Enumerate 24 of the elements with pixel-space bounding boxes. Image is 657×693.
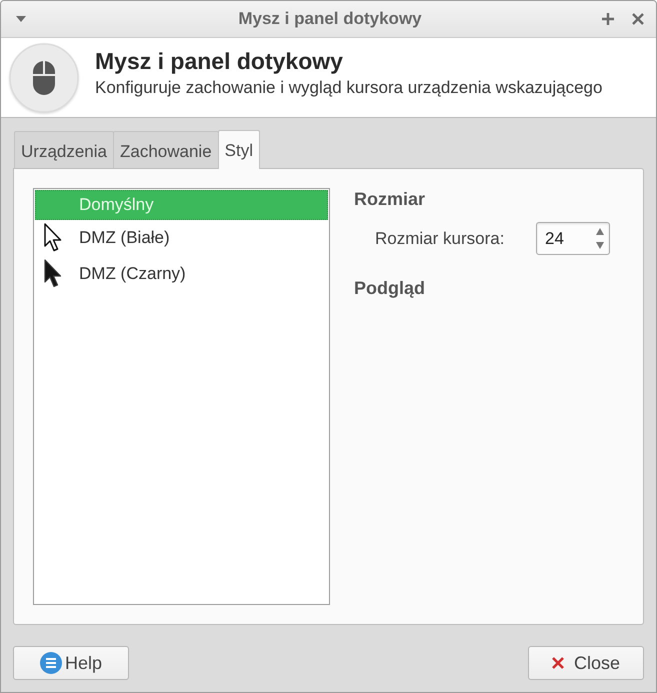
close-icon [552, 657, 564, 669]
field-label: Rozmiar kursora: [375, 228, 504, 248]
header-subtitle: Konfiguruje zachowanie i wygląd kursora urządzenia wskazującego [95, 77, 602, 98]
close-button[interactable]: Close [528, 646, 644, 680]
header-title: Mysz i panel dotykowy [95, 48, 344, 75]
list-item[interactable]: DMZ (Białe) [35, 220, 328, 256]
tab[interactable]: Urządzenia [14, 131, 114, 168]
maximize-icon[interactable] [602, 13, 614, 25]
section-heading: Podgląd [354, 277, 426, 299]
section-heading: Rozmiar [354, 188, 426, 210]
up-arrow-icon[interactable] [596, 228, 604, 235]
help-button[interactable]: Help [13, 646, 129, 680]
down-arrow-icon[interactable] [596, 242, 604, 249]
tab[interactable]: Zachowanie [113, 131, 219, 168]
close-icon[interactable] [632, 13, 644, 25]
window-title: Mysz i panel dotykowy [238, 9, 422, 29]
solid-cursor-icon [44, 259, 62, 288]
window-menu-icon[interactable] [16, 16, 26, 22]
list-item[interactable]: DMZ (Czarny) [35, 256, 328, 292]
lines-circle-icon [40, 652, 62, 674]
hollow-cursor-icon [44, 223, 62, 252]
cursor-size-field[interactable]: 24 [536, 222, 610, 255]
mouse-icon [8, 42, 80, 114]
tab[interactable]: Styl [218, 130, 260, 169]
